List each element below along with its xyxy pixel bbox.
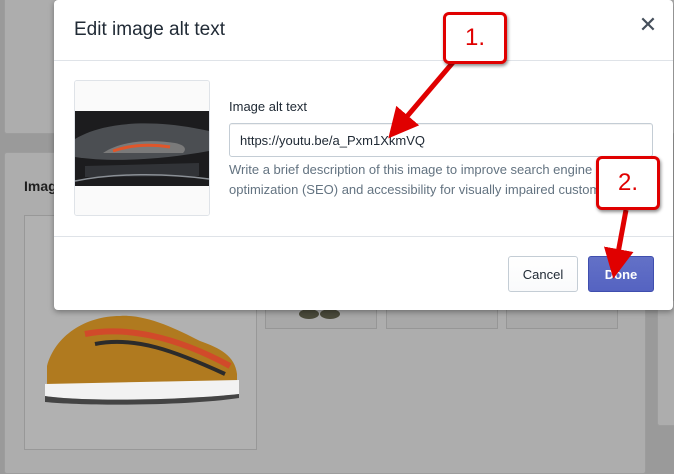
arrow-step2 [603,209,634,279]
annotation-step-1: 1. [443,12,507,64]
annotation-arrows [388,58,634,279]
annotation-step-2: 2. [596,156,660,210]
arrow-step1 [388,58,457,139]
